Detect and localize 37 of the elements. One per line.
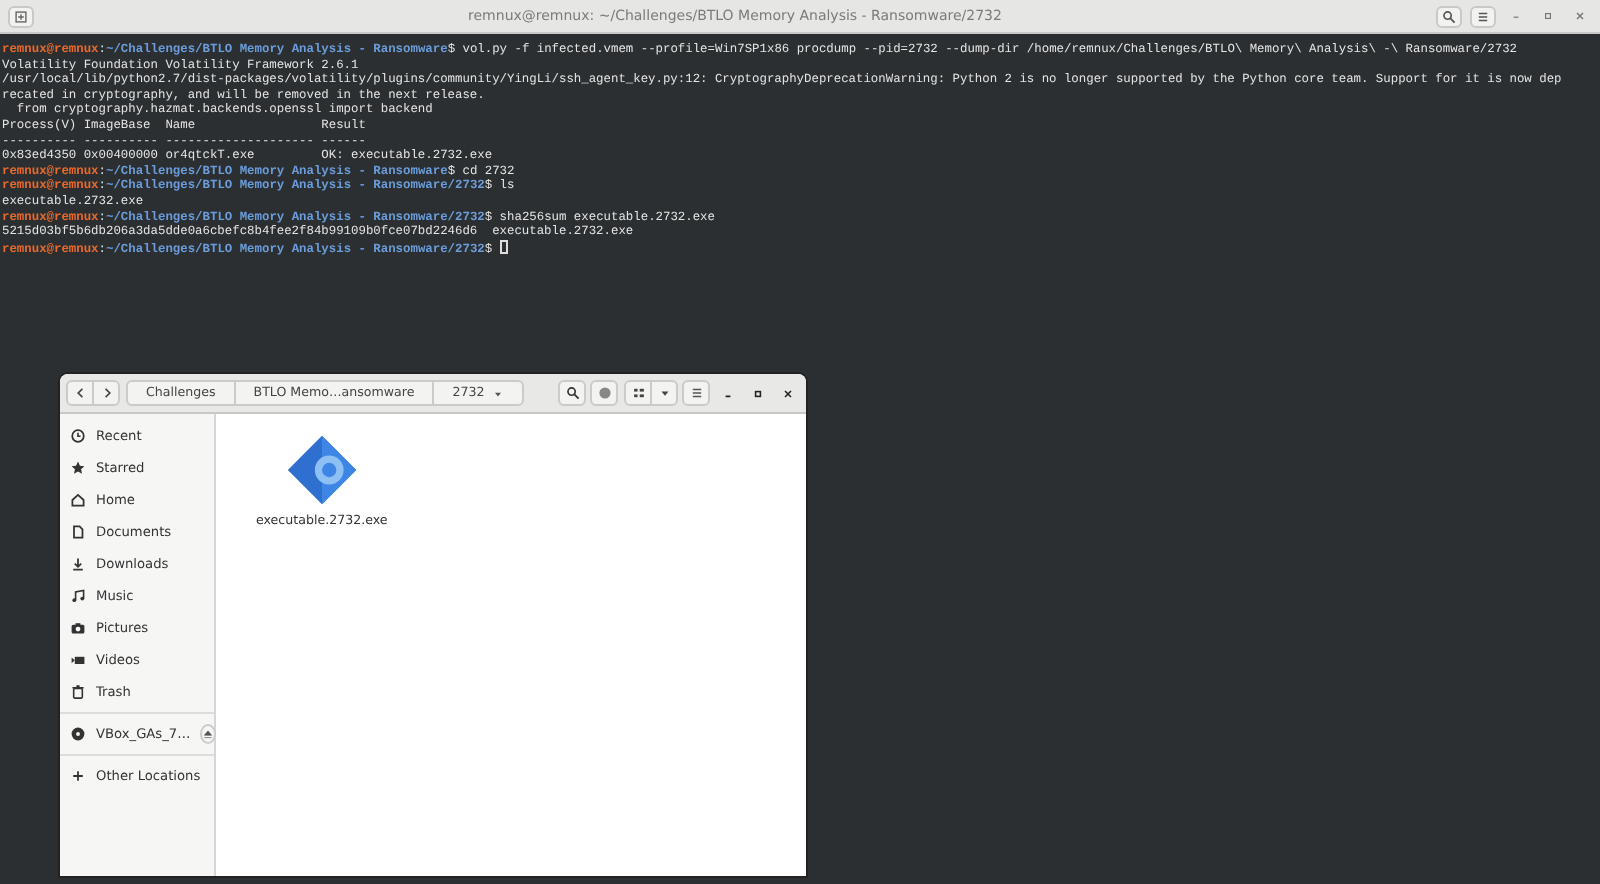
- back-icon: [73, 386, 87, 400]
- plus-icon: [70, 768, 86, 784]
- search-icon: [1442, 9, 1456, 23]
- video-icon: [70, 652, 86, 668]
- forward-icon: [99, 386, 113, 400]
- eject-icon: [202, 728, 215, 740]
- download-icon: [70, 556, 86, 572]
- caret-icon: [657, 386, 671, 400]
- search-button[interactable]: [1436, 5, 1462, 27]
- maximize-icon: [752, 387, 764, 399]
- search-button[interactable]: [558, 380, 586, 406]
- menu-icon: [689, 386, 703, 400]
- close-icon: [782, 387, 794, 399]
- clock-icon: [70, 428, 86, 444]
- disc-icon: [70, 726, 86, 742]
- eject-button[interactable]: [200, 724, 217, 744]
- trash-icon: [70, 684, 86, 700]
- star-icon: [70, 460, 86, 476]
- new-tab-icon: [14, 9, 28, 23]
- new-tab-button[interactable]: [8, 5, 34, 27]
- menu-button[interactable]: [682, 380, 710, 406]
- forward-button[interactable]: [92, 380, 120, 406]
- view-button[interactable]: [624, 380, 652, 406]
- home-icon: [70, 492, 86, 508]
- pie-icon: [597, 386, 611, 400]
- maximize-icon: [1542, 10, 1554, 22]
- camera-icon: [70, 620, 86, 636]
- executable-file-icon: [285, 434, 358, 506]
- search-icon: [565, 386, 579, 400]
- document-icon: [70, 524, 86, 540]
- caret-icon: [492, 387, 505, 399]
- music-icon: [70, 588, 86, 604]
- menu-button[interactable]: [1470, 5, 1496, 27]
- close-icon: [1574, 10, 1586, 22]
- menu-icon: [1476, 9, 1490, 23]
- back-button[interactable]: [66, 380, 94, 406]
- grid-icon: [631, 386, 645, 400]
